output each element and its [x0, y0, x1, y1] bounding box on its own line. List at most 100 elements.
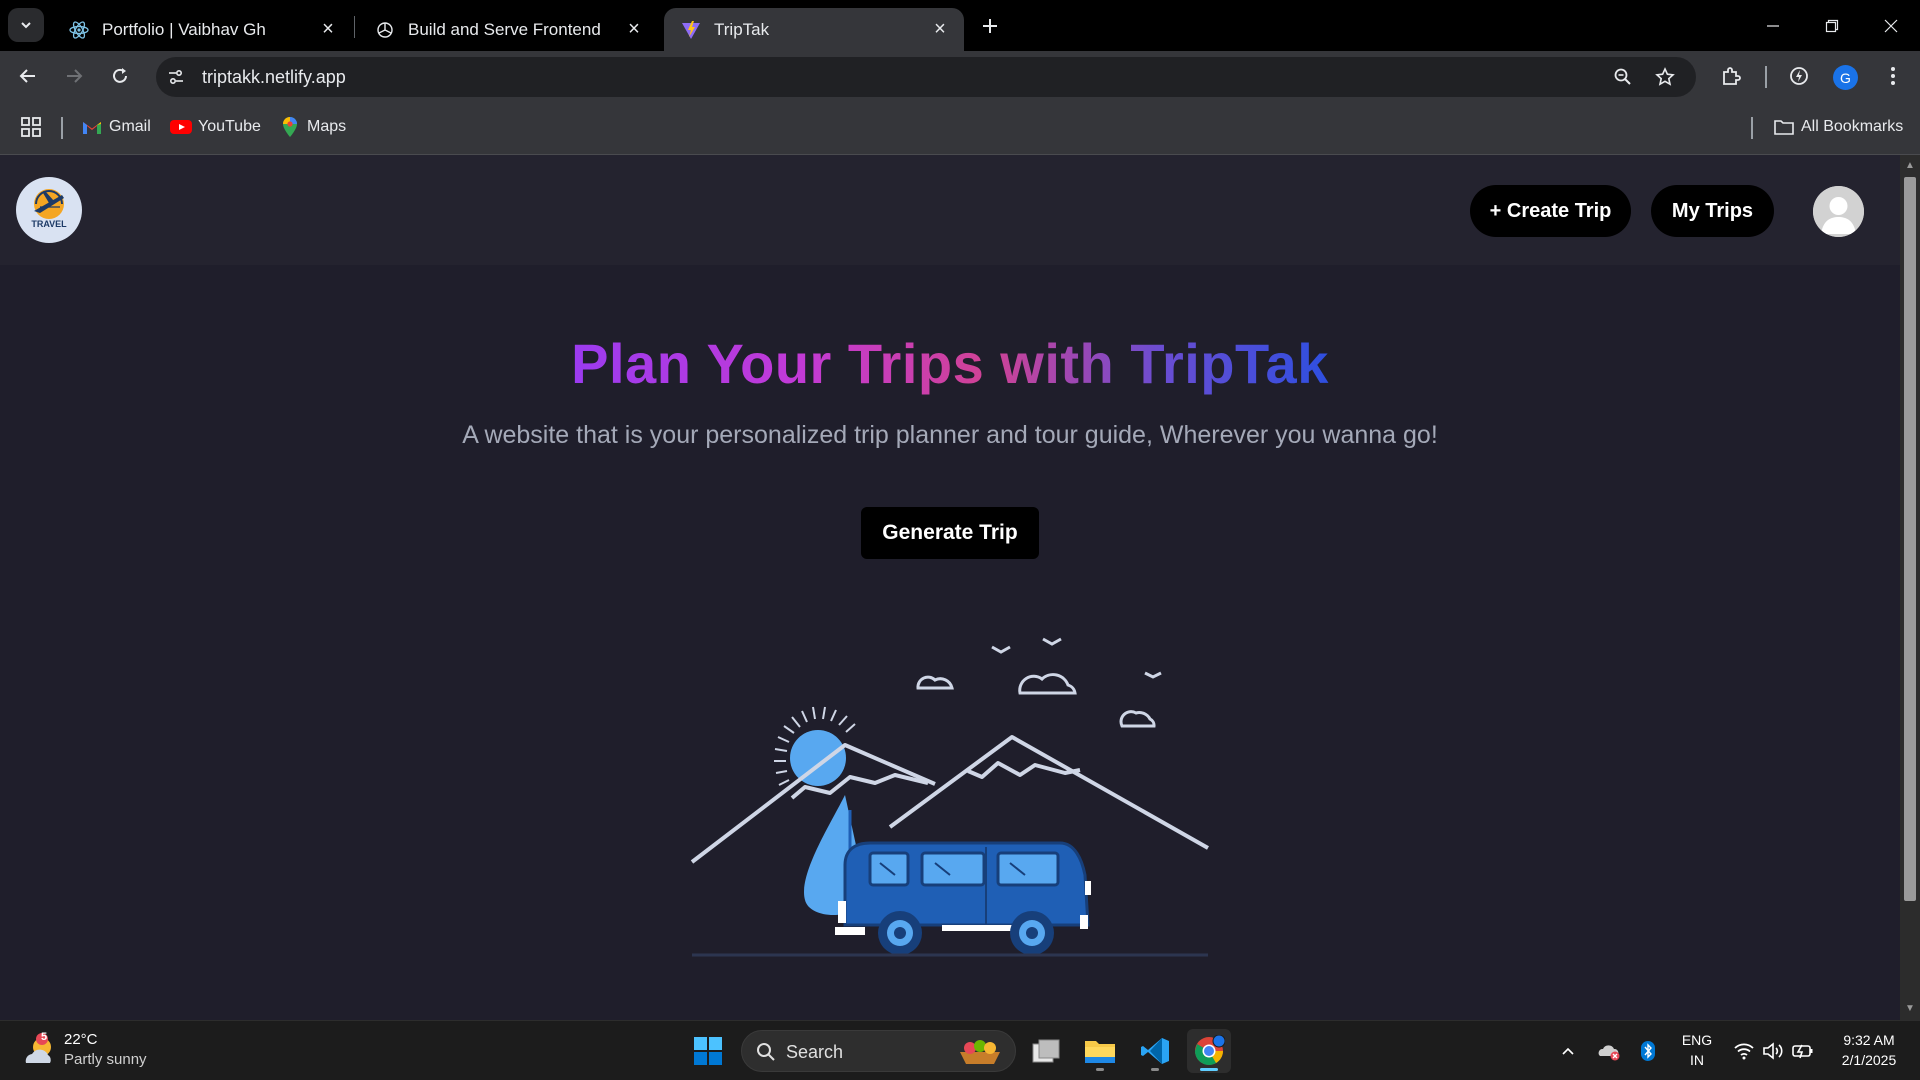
task-view-button[interactable] — [1024, 1029, 1068, 1073]
scroll-thumb[interactable] — [1904, 177, 1916, 901]
reload-button[interactable] — [104, 60, 136, 92]
taskbar-clock[interactable]: 9:32 AM 2/1/2025 — [1826, 1030, 1912, 1070]
food-basket-icon — [960, 1040, 1000, 1064]
minimize-button[interactable] — [1744, 0, 1802, 51]
scroll-up-icon[interactable]: ▲ — [1905, 161, 1915, 171]
my-trips-button[interactable]: My Trips — [1651, 185, 1774, 237]
running-indicator — [1096, 1068, 1104, 1071]
restore-button[interactable] — [1803, 0, 1861, 51]
bookmarks-bar: Gmail YouTube Maps All Bookmarks — [0, 101, 1920, 155]
address-bar[interactable]: triptakk.netlify.app — [156, 57, 1696, 97]
site-logo[interactable]: TRAVEL — [16, 177, 82, 243]
all-bookmarks-button[interactable]: All Bookmarks — [1773, 115, 1903, 139]
create-trip-button[interactable]: + Create Trip — [1470, 185, 1631, 237]
react-icon — [68, 19, 90, 41]
running-indicator — [1151, 1068, 1159, 1071]
tab-triptak[interactable]: TripTak × — [664, 8, 964, 51]
arrow-right-icon — [67, 69, 83, 83]
taskbar-search[interactable]: Search — [741, 1030, 1016, 1072]
windows-taskbar: 5 22°C Partly sunny Search ENG IN 9:32 A… — [0, 1020, 1920, 1080]
folder-icon — [1085, 1041, 1115, 1063]
menu-button[interactable] — [1877, 60, 1909, 92]
close-icon[interactable]: × — [624, 18, 644, 40]
bookmark-gmail[interactable]: Gmail — [81, 115, 151, 139]
bookmark-maps[interactable]: Maps — [279, 115, 346, 139]
arrow-left-icon — [19, 69, 35, 83]
tray-overflow-button[interactable] — [1556, 1039, 1580, 1063]
file-explorer-button[interactable] — [1078, 1029, 1122, 1073]
hero-subtitle: A website that is your personalized trip… — [462, 421, 1438, 449]
tab-strip: Portfolio | Vaibhav Gh × Build and Serve… — [0, 0, 1920, 51]
tab-separator — [354, 16, 355, 38]
search-icon — [757, 1043, 775, 1061]
restore-icon — [1825, 19, 1839, 32]
bluetooth-icon[interactable] — [1636, 1039, 1660, 1063]
tab-portfolio[interactable]: Portfolio | Vaibhav Gh × — [52, 8, 352, 51]
tab-build-serve[interactable]: Build and Serve Frontend × — [358, 8, 658, 51]
more-vertical-icon — [1891, 67, 1895, 85]
chevron-down-icon — [21, 22, 31, 29]
start-button[interactable] — [686, 1029, 730, 1073]
van-icon — [835, 841, 1091, 955]
chrome-button[interactable] — [1187, 1029, 1231, 1073]
back-button[interactable] — [12, 60, 44, 92]
vscode-icon — [1141, 1038, 1169, 1064]
weather-widget[interactable]: 5 22°C Partly sunny — [22, 1029, 182, 1073]
plus-icon — [983, 19, 997, 33]
extensions-button[interactable] — [1715, 60, 1747, 92]
active-indicator — [1200, 1068, 1218, 1071]
site-info-icon[interactable] — [164, 65, 188, 89]
minimize-icon — [1767, 24, 1779, 27]
scroll-down-icon[interactable]: ▼ — [1905, 1004, 1915, 1014]
bookmark-divider — [1751, 117, 1753, 139]
tab-title: TripTak — [714, 19, 770, 39]
chevron-up-icon — [1562, 1047, 1574, 1055]
close-window-button[interactable] — [1862, 0, 1920, 51]
language-line-1: ENG — [1681, 1032, 1713, 1048]
all-bookmarks-label: All Bookmarks — [1801, 118, 1904, 135]
youtube-icon — [170, 116, 192, 138]
page-scrollbar[interactable]: ▲ ▼ — [1900, 155, 1920, 1020]
bookmark-star-icon[interactable] — [1653, 65, 1677, 89]
generate-trip-button[interactable]: Generate Trip — [861, 507, 1039, 559]
volume-icon[interactable] — [1761, 1039, 1785, 1063]
onedrive-tray-icon[interactable] — [1597, 1039, 1621, 1063]
close-icon[interactable]: × — [930, 18, 950, 40]
cloud-icon — [916, 673, 1156, 728]
toolbar-divider — [1765, 66, 1767, 88]
forward-button[interactable] — [58, 60, 90, 92]
site-header: TRAVEL + Create Trip My Trips — [0, 155, 1900, 265]
travel-van-illustration — [690, 637, 1209, 957]
folder-icon — [1773, 116, 1795, 138]
user-avatar[interactable] — [1813, 186, 1864, 237]
browser-toolbar: triptakk.netlify.app G — [0, 51, 1920, 101]
weather-badge: 5 — [40, 1031, 48, 1043]
bookmark-label: YouTube — [198, 118, 261, 135]
close-icon[interactable]: × — [318, 18, 338, 40]
airplane-globe-icon — [34, 189, 64, 219]
vite-icon — [680, 19, 702, 41]
wifi-icon[interactable] — [1732, 1039, 1756, 1063]
performance-button[interactable] — [1783, 60, 1815, 92]
apps-button[interactable] — [20, 115, 42, 139]
bookmark-divider — [61, 117, 63, 139]
battery-icon[interactable] — [1791, 1039, 1815, 1063]
vscode-button[interactable] — [1133, 1029, 1177, 1073]
hero-title: Plan Your Trips with TripTak — [0, 331, 1900, 396]
weather-temp: 22°C — [64, 1031, 98, 1048]
profile-avatar[interactable]: G — [1833, 65, 1858, 90]
tab-search-button[interactable] — [8, 8, 44, 42]
user-icon — [1813, 186, 1864, 237]
weather-condition: Partly sunny — [64, 1051, 147, 1068]
windows-icon — [694, 1037, 722, 1065]
task-view-icon — [1032, 1039, 1060, 1063]
url-text: triptakk.netlify.app — [202, 67, 346, 87]
zoom-icon[interactable] — [1611, 65, 1635, 89]
gmail-icon — [81, 116, 103, 138]
logo-text: TRAVEL — [31, 219, 67, 229]
tab-title: Portfolio | Vaibhav Gh — [102, 19, 266, 39]
new-tab-button[interactable] — [976, 12, 1004, 40]
speed-icon — [1790, 67, 1808, 85]
bookmark-youtube[interactable]: YouTube — [170, 115, 261, 139]
language-indicator[interactable]: ENG IN — [1680, 1030, 1714, 1070]
